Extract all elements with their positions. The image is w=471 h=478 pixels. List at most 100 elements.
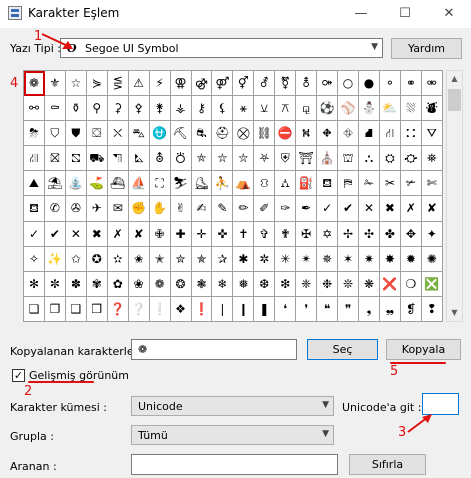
character-cell[interactable]: ⛳ xyxy=(86,171,108,197)
charset-select[interactable]: Unicode ▼ xyxy=(131,396,334,416)
copy-input[interactable]: ❁ xyxy=(131,339,297,360)
character-cell[interactable]: ⛯ xyxy=(421,146,443,172)
character-cell[interactable]: ⛙ xyxy=(379,121,401,147)
character-cell[interactable]: ✠ xyxy=(296,221,318,247)
character-cell[interactable]: ❑ xyxy=(65,296,87,322)
character-cell[interactable]: ⛴ xyxy=(107,171,129,197)
character-cell[interactable]: ⛜ xyxy=(24,146,45,172)
character-cell[interactable]: ⚵ xyxy=(149,96,171,122)
character-cell[interactable]: ⛫ xyxy=(338,146,359,172)
character-cell[interactable]: ⛢ xyxy=(149,146,171,172)
character-cell[interactable]: ● xyxy=(359,71,380,97)
character-cell[interactable]: ✤ xyxy=(379,221,401,247)
character-cell[interactable]: ⛎ xyxy=(149,121,171,147)
character-cell[interactable]: ❁ xyxy=(24,71,45,97)
character-cell[interactable]: ❓ xyxy=(107,296,129,322)
character-cell[interactable]: ⛏ xyxy=(170,121,192,147)
character-cell[interactable]: ⚜ xyxy=(44,71,66,97)
character-cell[interactable]: ⛾ xyxy=(24,196,45,222)
character-cell[interactable]: ⚹ xyxy=(233,96,255,122)
character-cell[interactable]: ✥ xyxy=(400,221,422,247)
reset-button[interactable]: Sıfırla xyxy=(349,454,426,475)
character-cell[interactable]: ✡ xyxy=(317,221,339,247)
help-button[interactable]: Yardım xyxy=(391,38,462,59)
character-cell[interactable]: ⛩ xyxy=(296,146,318,172)
character-cell[interactable]: ✔ xyxy=(44,221,66,247)
character-cell[interactable]: ✌ xyxy=(170,196,192,222)
character-cell[interactable]: ❢ xyxy=(421,296,443,322)
character-cell[interactable]: ⛅ xyxy=(379,96,401,122)
character-cell[interactable]: ✭ xyxy=(149,246,171,272)
character-cell[interactable]: ✯ xyxy=(191,246,213,272)
character-cell[interactable]: ✞ xyxy=(254,221,276,247)
character-cell[interactable]: ⛛ xyxy=(421,121,443,147)
character-cell[interactable]: ✘ xyxy=(421,196,443,222)
character-cell[interactable]: ❚ xyxy=(254,296,276,322)
character-cell[interactable]: ⚾ xyxy=(338,96,359,122)
character-cell[interactable]: ⚡ xyxy=(149,71,171,97)
character-cell[interactable]: ⚣ xyxy=(191,71,213,97)
character-cell[interactable]: ✕ xyxy=(65,221,87,247)
advanced-view-checkbox[interactable]: ✓ xyxy=(12,369,25,382)
character-cell[interactable]: ⛰ xyxy=(24,171,45,197)
character-cell[interactable]: ⛠ xyxy=(107,146,129,172)
character-cell[interactable]: ✋ xyxy=(149,196,171,222)
character-cell[interactable]: ✁ xyxy=(359,171,380,197)
character-cell[interactable]: ⋚ xyxy=(107,71,129,97)
scroll-thumb[interactable] xyxy=(448,89,461,111)
scroll-down-icon[interactable]: ▼ xyxy=(447,305,462,321)
character-cell[interactable]: ❊ xyxy=(338,271,359,297)
character-cell[interactable]: ❜ xyxy=(296,296,318,322)
character-cell[interactable]: ❌ xyxy=(379,271,401,297)
character-cell[interactable]: ⛝ xyxy=(44,146,66,172)
character-cell[interactable]: ⛈ xyxy=(24,121,45,147)
character-cell[interactable]: ⛘ xyxy=(359,121,380,147)
character-cell[interactable]: ⛉ xyxy=(44,121,66,147)
character-cell[interactable]: ✨ xyxy=(44,246,66,272)
character-cell[interactable]: ⛆ xyxy=(400,96,422,122)
character-cell[interactable]: ⛶ xyxy=(149,171,171,197)
character-cell[interactable]: ✮ xyxy=(170,246,192,272)
character-cell[interactable]: ⚧ xyxy=(275,71,297,97)
character-cell[interactable]: ❆ xyxy=(254,271,276,297)
character-cell[interactable]: ❞ xyxy=(338,296,359,322)
character-cell[interactable]: ⛄ xyxy=(359,96,380,122)
character-cell[interactable]: ⚳ xyxy=(107,96,129,122)
character-cell[interactable]: ✕ xyxy=(359,196,380,222)
character-cell[interactable]: ✖ xyxy=(86,221,108,247)
character-cell[interactable]: ✗ xyxy=(107,221,129,247)
character-cell[interactable]: ❄ xyxy=(212,271,234,297)
character-cell[interactable]: ✓ xyxy=(317,196,339,222)
character-cell[interactable]: ❘ xyxy=(212,296,234,322)
character-cell[interactable]: ✗ xyxy=(400,196,422,222)
character-cell[interactable]: ⛹ xyxy=(212,171,234,197)
character-cell[interactable]: ⛇ xyxy=(421,96,443,122)
character-cell[interactable]: ⚨ xyxy=(296,71,318,97)
character-cell[interactable]: ⛵ xyxy=(128,171,150,197)
font-select[interactable]: O Segoe UI Symbol ▼ xyxy=(60,38,383,58)
character-cell[interactable]: ❂ xyxy=(170,271,192,297)
search-input[interactable] xyxy=(131,454,338,475)
character-cell[interactable]: ⚰ xyxy=(44,96,66,122)
copy-button[interactable]: Kopyala xyxy=(386,339,461,360)
character-cell[interactable]: ❁ xyxy=(149,271,171,297)
character-cell[interactable]: ⚴ xyxy=(128,96,150,122)
character-cell[interactable]: ⛭ xyxy=(379,146,401,172)
character-cell[interactable]: ✽ xyxy=(65,271,87,297)
character-cell[interactable]: ⚲ xyxy=(86,96,108,122)
group-select[interactable]: Tümü ▼ xyxy=(131,425,334,445)
character-cell[interactable]: ⚬ xyxy=(379,71,401,97)
character-cell[interactable]: ❙ xyxy=(233,296,255,322)
character-cell[interactable]: ⛕ xyxy=(296,121,318,147)
character-cell[interactable]: ✟ xyxy=(275,221,297,247)
character-cell[interactable]: ⚠ xyxy=(128,71,150,97)
character-cell[interactable]: ⚤ xyxy=(212,71,234,97)
select-button[interactable]: Seç xyxy=(307,339,378,360)
character-cell[interactable]: ⚶ xyxy=(170,96,192,122)
character-cell[interactable]: ❍ xyxy=(400,271,422,297)
character-cell[interactable]: ⚱ xyxy=(65,96,87,122)
character-cell[interactable]: ✄ xyxy=(421,171,443,197)
character-cell[interactable]: ✣ xyxy=(359,221,380,247)
character-cell[interactable]: ⛾ xyxy=(317,171,339,197)
scroll-up-icon[interactable]: ▲ xyxy=(447,71,462,87)
